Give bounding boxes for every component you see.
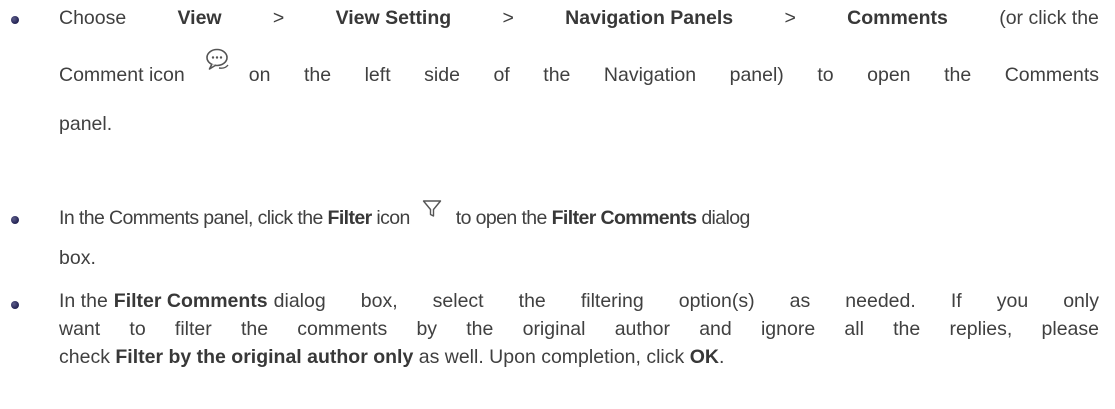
text-comment-icon: Comment icon: [59, 63, 185, 86]
list-item-line: check Filter by the original author only…: [59, 346, 724, 369]
text-in-the: In the: [59, 290, 108, 312]
text-in-comments-panel: In the Comments panel, click the: [59, 206, 323, 229]
text-dialog: dialog: [701, 206, 750, 229]
text-period: .: [718, 346, 725, 368]
text-box: box.: [59, 247, 96, 269]
list-item-line: Choose View > View Setting > Navigation …: [59, 7, 1099, 30]
list-item-line: In the Filter Comments dialog box, selec…: [59, 290, 1099, 313]
menu-path-view-setting: View Setting: [335, 7, 452, 29]
text-icon: icon: [376, 206, 410, 229]
text-check: check: [59, 346, 110, 368]
list-item-line: In the Comments panel, click the Filter …: [59, 200, 1099, 231]
filter-comments-label: Filter Comments: [551, 206, 697, 229]
ok-label: OK: [689, 346, 719, 368]
text-panel: panel.: [59, 113, 113, 135]
menu-path-comments: Comments: [847, 7, 948, 29]
text-original-author: want to filter the comments by the origi…: [59, 318, 1099, 340]
text-to-open: to open the: [455, 206, 548, 229]
bullet-dot: [11, 216, 19, 224]
option-filter-original-author: Filter by the original author only: [115, 346, 414, 368]
bullet-dot: [11, 16, 19, 24]
list-item-line: box.: [59, 247, 96, 270]
filter-label: Filter: [327, 206, 373, 229]
filter-icon: [422, 199, 442, 225]
menu-path-navigation-panels: Navigation Panels: [565, 7, 734, 29]
path-separator: >: [272, 7, 285, 29]
menu-path-view: View: [177, 7, 222, 29]
list-item-line: want to filter the comments by the origi…: [59, 318, 1099, 341]
comment-icon: [205, 48, 231, 78]
list-item-line: Comment icon on the left side of the Nav…: [59, 48, 1099, 90]
text-upon-completion: as well. Upon completion, click: [418, 346, 685, 368]
text-left-side-navigation: on the left side of the Navigation panel…: [248, 63, 1099, 86]
filter-comments-label: Filter Comments: [113, 290, 268, 312]
text-select-options: dialog box, select the filtering option(…: [273, 290, 1099, 312]
text-choose: Choose: [59, 7, 127, 29]
text-or-click: (or click the: [999, 7, 1099, 29]
path-separator: >: [784, 7, 796, 29]
list-item-line: panel.: [59, 113, 112, 136]
document-page: Choose View > View Setting > Navigation …: [0, 0, 1115, 409]
path-separator: >: [502, 7, 514, 29]
bullet-dot: [11, 301, 19, 309]
